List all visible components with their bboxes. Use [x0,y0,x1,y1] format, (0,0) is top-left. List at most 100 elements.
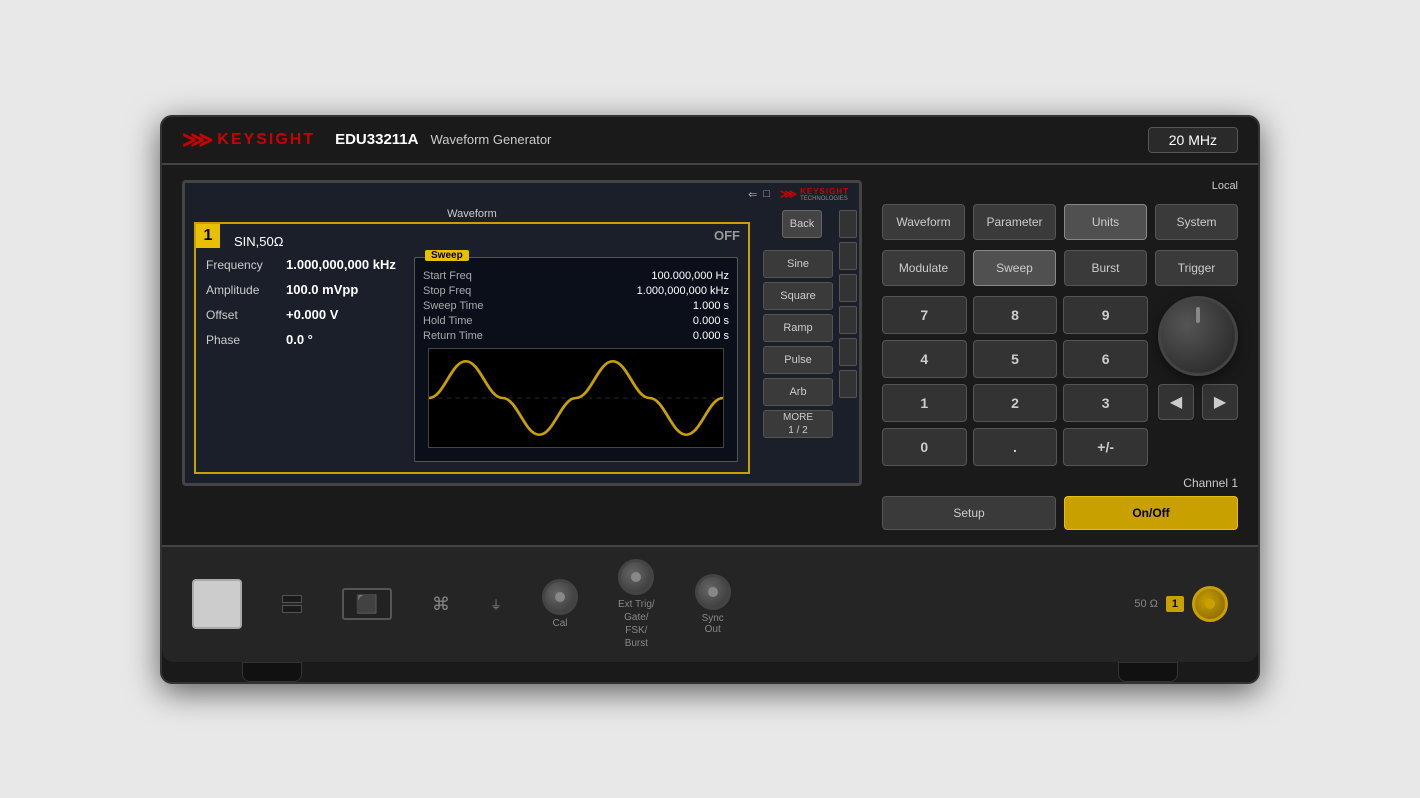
main-content: ⇐ □ ⋙ KEYSIGHT TECHNOLOGIES [162,165,1258,545]
sine-button[interactable]: Sine [763,250,833,278]
num-7[interactable]: 7 [882,296,967,334]
more-button[interactable]: MORE 1 / 2 [763,410,833,438]
softkey-4[interactable] [839,306,857,334]
amplitude-label: Amplitude [206,283,286,297]
hold-time-label: Hold Time [423,315,513,327]
channel-buttons: Setup On/Off [882,496,1238,530]
sync-out-bnc-inner [708,587,718,597]
arb-button[interactable]: Arb [763,378,833,406]
softkey-1[interactable] [839,210,857,238]
numpad: 7 8 9 4 5 6 1 2 3 0 . +/- [882,296,1148,466]
amplitude-value: 100.0 mVpp [286,282,358,297]
softkey-3[interactable] [839,274,857,302]
num-6[interactable]: 6 [1063,340,1148,378]
frequency-value: 1.000,000,000 kHz [286,257,396,272]
ramp-button[interactable]: Ramp [763,314,833,342]
port-top [282,595,302,603]
knob-section: ◀ ▶ [1158,296,1238,420]
return-time-label: Return Time [423,330,513,342]
num-5[interactable]: 5 [973,340,1058,378]
offset-value: +0.000 V [286,307,338,322]
num-0[interactable]: 0 [882,428,967,466]
ext-trig-bnc-inner [631,572,641,582]
arrow-left-button[interactable]: ◀ [1158,384,1194,420]
start-freq-value: 100.000,000 Hz [651,270,729,282]
softkey-2[interactable] [839,242,857,270]
offset-param: Offset +0.000 V [206,307,406,322]
square-button[interactable]: Square [763,282,833,310]
logo-chevron-icon: ⋙ [182,127,211,153]
numpad-knob-area: 7 8 9 4 5 6 1 2 3 0 . +/- [882,296,1238,466]
num-plusminus[interactable]: +/- [1063,428,1148,466]
num-1[interactable]: 1 [882,384,967,422]
return-time-value: 0.000 s [693,330,729,342]
screen-icons: ⇐ □ [748,188,770,201]
display-icon: □ [763,188,770,200]
cal-connector: Cal [542,579,578,629]
hold-time-row: Hold Time 0.000 s [423,315,729,327]
sweep-button[interactable]: Sweep [973,250,1056,286]
ch1-bnc-body [1192,586,1228,622]
start-freq-row: Start Freq 100.000,000 Hz [423,270,729,282]
model-subtitle: Waveform Generator [430,132,551,147]
sweep-time-label: Sweep Time [423,300,513,312]
ext-trig-label: Ext Trig/ Gate/ FSK/ Burst [618,598,655,650]
usb-icon: ⬛ [356,594,378,615]
onoff-button[interactable]: On/Off [1064,496,1238,530]
second-row-buttons: Modulate Sweep Burst Trigger [882,250,1238,286]
num-9[interactable]: 9 [1063,296,1148,334]
offset-label: Offset [206,308,286,322]
modulate-button[interactable]: Modulate [882,250,965,286]
params-area: Frequency 1.000,000,000 kHz Amplitude 10… [206,257,738,462]
screen-logo-chevron: ⋙ [780,187,797,201]
num-2[interactable]: 2 [973,384,1058,422]
sweep-time-row: Sweep Time 1.000 s [423,300,729,312]
power-button[interactable] [192,579,242,629]
units-button[interactable]: Units [1064,204,1147,240]
channel-section: Channel 1 Setup On/Off [882,476,1238,530]
burst-button[interactable]: Burst [1064,250,1147,286]
params-left: Frequency 1.000,000,000 kHz Amplitude 10… [206,257,406,462]
sync-out-connector: Sync Out [695,574,731,635]
num-8[interactable]: 8 [973,296,1058,334]
ground-symbol: ⏚ [490,596,502,613]
usb-icon: ⇐ [748,188,757,201]
sweep-label: Sweep [425,250,469,261]
num-4[interactable]: 4 [882,340,967,378]
screen-header: ⇐ □ ⋙ KEYSIGHT TECHNOLOGIES [185,183,859,206]
frequency-display: 20 MHz [1148,127,1238,153]
setup-button[interactable]: Setup [882,496,1056,530]
numpad-section: 7 8 9 4 5 6 1 2 3 0 . +/- [882,296,1148,466]
parameter-button[interactable]: Parameter [973,204,1056,240]
phase-value: 0.0 ° [286,332,313,347]
amplitude-param: Amplitude 100.0 mVpp [206,282,406,297]
back-button[interactable]: Back [782,210,822,238]
pulse-button[interactable]: Pulse [763,346,833,374]
arrow-right-button[interactable]: ▶ [1202,384,1238,420]
softkey-6[interactable] [839,370,857,398]
stop-freq-row: Stop Freq 1.000,000,000 kHz [423,285,729,297]
waveform-type: SIN,50Ω [234,234,738,249]
usb-type-a-port: ⬛ [342,588,392,620]
bottom-panel: ⬛ ⌘ ⏚ Cal Ext Trig/ Gate/ FSK/ Burst [162,545,1258,662]
control-panel: Local Waveform Parameter Units System Mo… [882,180,1238,530]
sync-out-bnc-body [695,574,731,610]
waveform-graph [428,348,724,448]
frequency-label: Frequency [206,258,286,272]
rotary-knob[interactable] [1158,296,1238,376]
stop-freq-value: 1.000,000,000 kHz [637,285,729,297]
port-bottom [282,605,302,613]
num-3[interactable]: 3 [1063,384,1148,422]
trigger-button[interactable]: Trigger [1155,250,1238,286]
display-panel: 1 SIN,50Ω OFF Frequency 1.000,000,000 kH… [194,222,750,474]
softkey-5[interactable] [839,338,857,366]
brand-name: KEYSIGHT [217,131,315,149]
system-button[interactable]: System [1155,204,1238,240]
phase-label: Phase [206,333,286,347]
waveform-button[interactable]: Waveform [882,204,965,240]
cal-label: Cal [553,618,568,629]
return-time-row: Return Time 0.000 s [423,330,729,342]
local-label: Local [882,180,1238,192]
keysight-logo: ⋙ KEYSIGHT [182,127,315,153]
num-decimal[interactable]: . [973,428,1058,466]
